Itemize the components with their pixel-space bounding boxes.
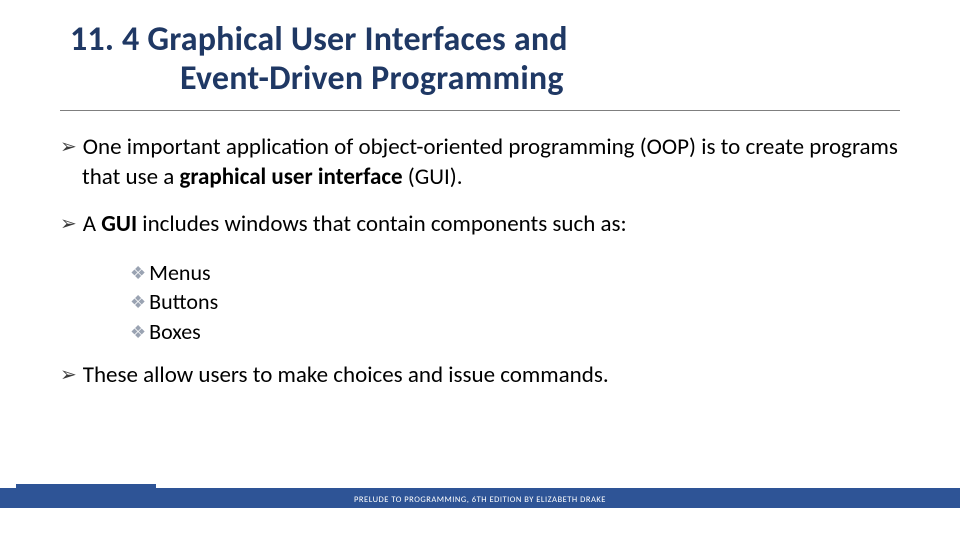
bullet-1: ➢One important application of object-ori… — [60, 133, 900, 192]
slide: 11. 4 Graphical User Interfaces and Even… — [0, 0, 960, 540]
bullet-2-text-post: includes windows that contain components… — [137, 210, 627, 238]
bullet-1-text-bold: graphical user interface — [179, 163, 402, 191]
bullet-3: ➢ These allow users to make choices and i… — [60, 361, 900, 390]
bullet-2-text-bold: GUI — [101, 210, 137, 238]
chevron-icon: ➢ — [60, 213, 77, 235]
sub-bullet-list: ❖Menus ❖Buttons ❖Boxes — [130, 258, 900, 347]
sub-bullet-2-text: Buttons — [149, 288, 218, 315]
title-line-1: 11. 4 Graphical User Interfaces and — [70, 20, 900, 59]
diamond-icon: ❖ — [130, 291, 146, 313]
sub-bullet-1: ❖Menus — [130, 258, 900, 288]
sub-bullet-3-text: Boxes — [149, 318, 201, 345]
sub-bullet-1-text: Menus — [149, 259, 210, 286]
diamond-icon: ❖ — [130, 262, 146, 284]
chevron-icon: ➢ — [60, 364, 77, 386]
title-divider — [60, 110, 900, 111]
bullet-2: ➢ A GUI includes windows that contain com… — [60, 210, 900, 239]
footer-text: PRELUDE TO PROGRAMMING, 6TH EDITION BY E… — [0, 495, 960, 505]
sub-bullet-2: ❖Buttons — [130, 287, 900, 317]
title-line-2: Event-Driven Programming — [70, 59, 900, 98]
bullet-1-text-post: (GUI). — [403, 163, 463, 191]
slide-title: 11. 4 Graphical User Interfaces and Even… — [60, 20, 900, 98]
bullet-2-text-pre: A — [83, 210, 102, 238]
chevron-icon: ➢ — [60, 136, 77, 158]
slide-content: ➢One important application of object-ori… — [60, 133, 900, 390]
bullet-3-text: These allow users to make choices and is… — [83, 361, 609, 389]
diamond-icon: ❖ — [130, 321, 146, 343]
sub-bullet-3: ❖Boxes — [130, 317, 900, 347]
